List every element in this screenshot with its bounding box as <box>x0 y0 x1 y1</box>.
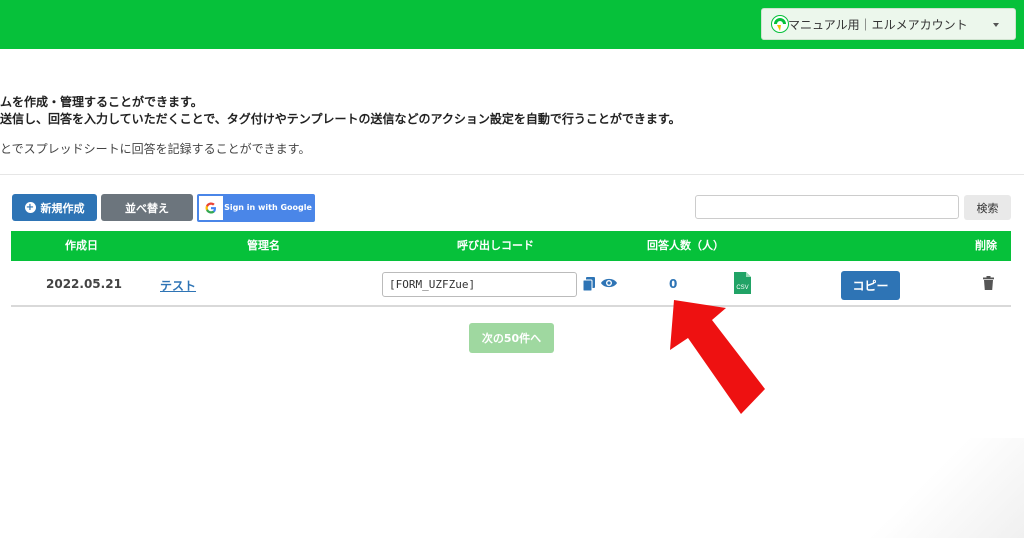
google-signin-label: Sign in with Google <box>224 203 312 212</box>
account-switcher-button[interactable]: マニュアル用｜エルメアカウント <box>761 8 1016 40</box>
caret-down-icon <box>993 23 999 27</box>
search-button[interactable]: 検索 <box>964 195 1011 220</box>
table-header: 作成日 管理名 呼び出しコード 回答人数（人） 削除 <box>11 231 1011 261</box>
search-label: 検索 <box>976 201 999 215</box>
description-line-2: 送信し、回答を入力していただくことで、タグ付けやテンプレートの送信などのアクショ… <box>0 112 681 126</box>
account-label: マニュアル用｜エルメアカウント <box>788 17 968 32</box>
description-line-1: ムを作成・管理することができます。 <box>0 95 203 109</box>
google-g-icon <box>199 196 223 220</box>
created-date: 2022.05.21 <box>46 277 122 291</box>
column-header-responses: 回答人数（人） <box>647 239 724 252</box>
column-header-name: 管理名 <box>247 239 280 252</box>
copy-code-icon[interactable] <box>583 277 595 291</box>
plus-circle-icon: + <box>24 202 36 213</box>
column-header-delete: 削除 <box>975 239 997 252</box>
preview-eye-icon[interactable] <box>600 277 618 289</box>
column-header-code: 呼び出しコード <box>457 239 534 252</box>
next-page-label: 次の50件へ <box>481 332 542 345</box>
csv-label: CSV <box>736 285 748 291</box>
call-code-field[interactable]: [FORM_UZFZue] <box>382 272 577 297</box>
corner-shadow <box>864 438 1024 538</box>
copy-form-label: コピー <box>852 279 889 293</box>
search-input[interactable] <box>695 195 959 219</box>
column-header-created: 作成日 <box>65 239 98 252</box>
sort-button[interactable]: 並べ替え <box>101 194 193 221</box>
form-name-link[interactable]: テスト <box>160 277 196 294</box>
annotation-arrow-icon <box>670 300 765 414</box>
response-count-link[interactable]: 0 <box>669 277 677 291</box>
table-row: 2022.05.21 テスト [FORM_UZFZue] 0 CSV コピー <box>11 261 1011 307</box>
copy-form-button[interactable]: コピー <box>841 271 900 300</box>
trash-icon[interactable] <box>983 276 994 290</box>
google-signin-button[interactable]: Sign in with Google <box>197 194 315 222</box>
next-page-button[interactable]: 次の50件へ <box>469 323 554 353</box>
divider <box>0 174 1024 175</box>
new-form-label: 新規作成 <box>40 201 85 215</box>
account-logo-icon <box>771 15 789 33</box>
description-line-3: とでスプレッドシートに回答を記録することができます。 <box>0 142 311 156</box>
new-form-button[interactable]: + 新規作成 <box>12 194 97 221</box>
csv-download-icon[interactable]: CSV <box>734 272 751 294</box>
top-bar: マニュアル用｜エルメアカウント <box>0 0 1024 49</box>
sort-label: 並べ替え <box>125 201 169 215</box>
